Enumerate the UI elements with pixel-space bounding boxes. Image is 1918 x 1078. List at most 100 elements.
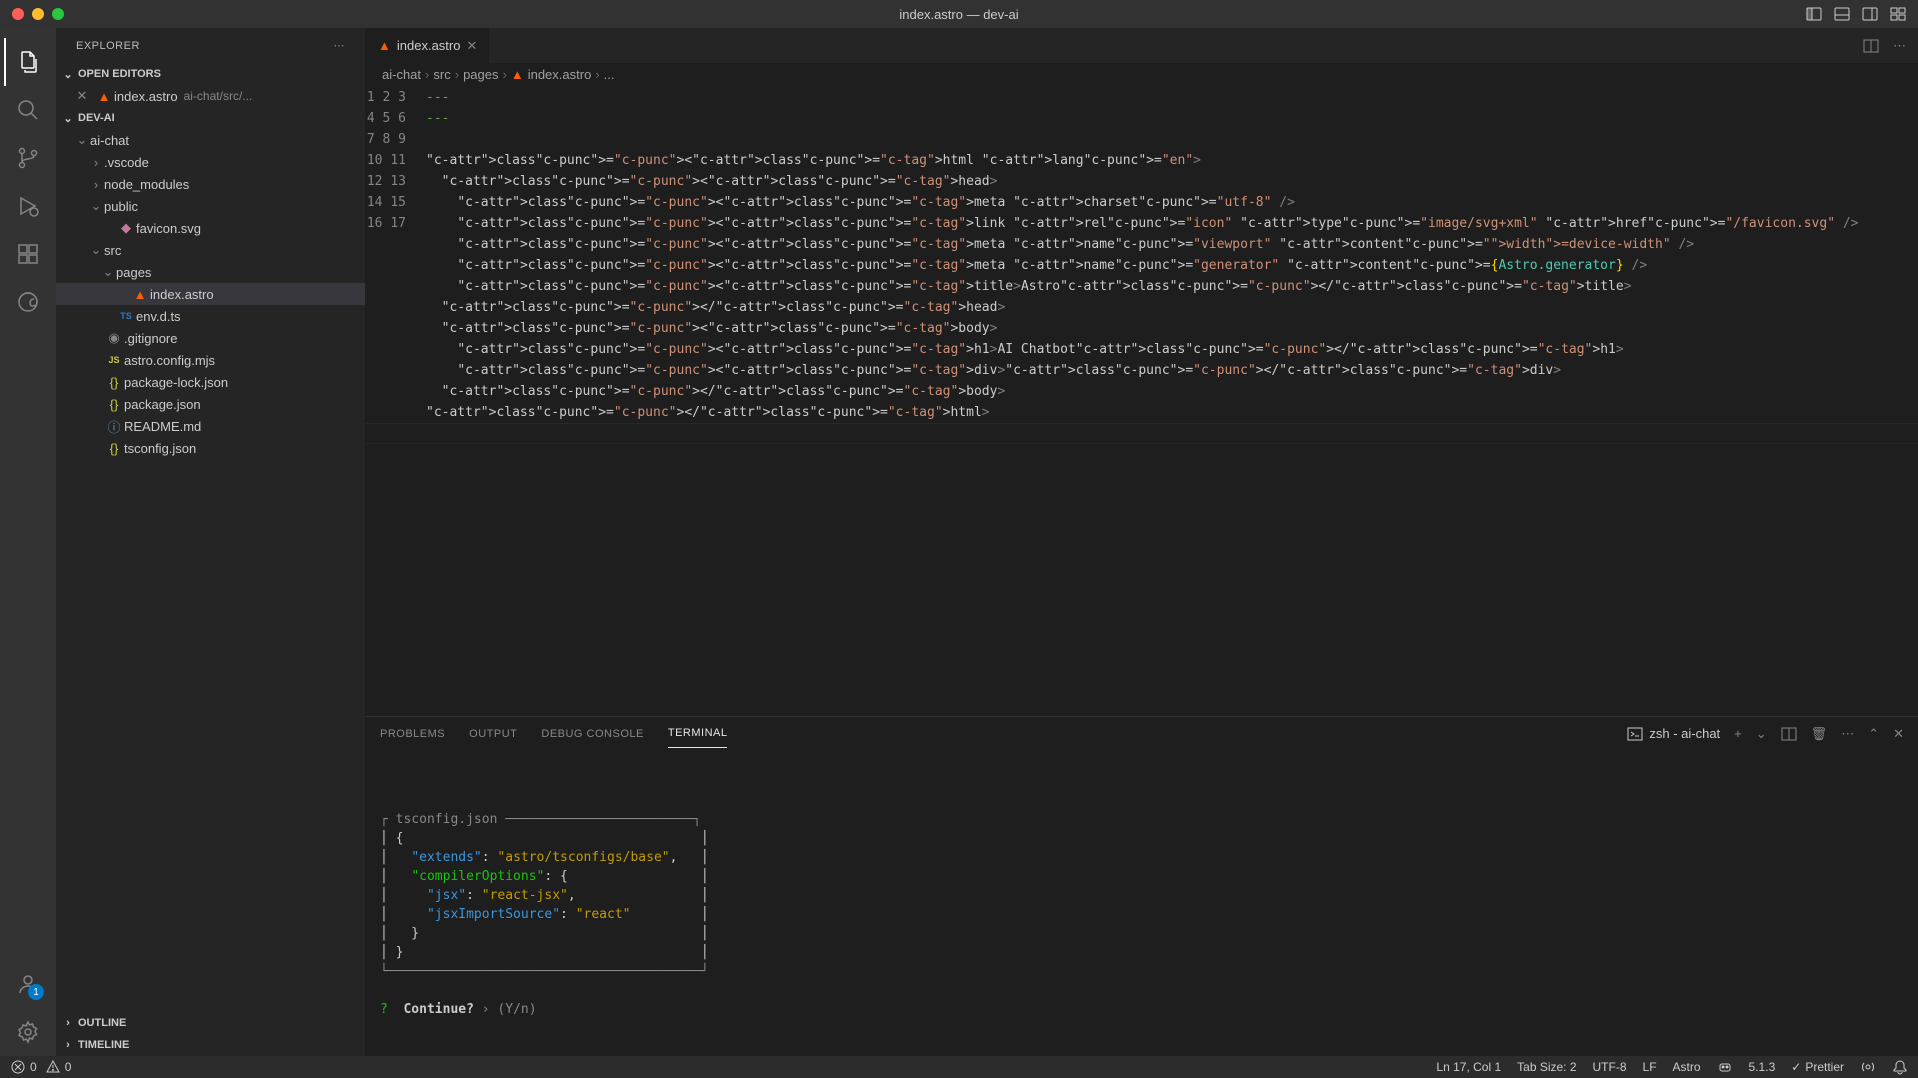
kill-terminal-icon[interactable]: 🗑 [1811, 726, 1828, 742]
astro-file-icon: ▲ [511, 67, 524, 82]
file-package[interactable]: {}package.json [56, 393, 365, 415]
breadcrumb-item[interactable]: pages [463, 67, 498, 82]
status-warnings[interactable]: 0 [45, 1059, 72, 1075]
file-readme[interactable]: ⓘREADME.md [56, 415, 365, 437]
minimize-window-button[interactable] [32, 8, 44, 20]
file-tsconfig[interactable]: {}tsconfig.json [56, 437, 365, 459]
file-astro-config[interactable]: JSastro.config.mjs [56, 349, 365, 371]
toggle-primary-sidebar-icon[interactable] [1806, 6, 1822, 22]
search-activity[interactable] [4, 86, 52, 134]
terminal-selector[interactable]: zsh - ai-chat [1627, 726, 1720, 742]
activity-bar: 1 [0, 28, 56, 1056]
status-language[interactable]: Astro [1673, 1060, 1701, 1074]
file-package-lock[interactable]: {}package-lock.json [56, 371, 365, 393]
js-file-icon: JS [104, 355, 124, 365]
chevron-down-icon: ⌄ [60, 112, 76, 125]
terminal-name: zsh - ai-chat [1649, 726, 1720, 741]
terminal-content[interactable]: ┌ tsconfig.json ────────────────────────… [366, 750, 1918, 1056]
chevron-right-icon: › [88, 177, 104, 192]
timeline-label: TIMELINE [78, 1039, 129, 1051]
status-eol[interactable]: LF [1643, 1060, 1657, 1074]
split-editor-icon[interactable] [1863, 38, 1879, 54]
status-tabsize[interactable]: Tab Size: 2 [1517, 1060, 1576, 1074]
project-section[interactable]: ⌄ DEV-AI [56, 107, 365, 129]
folder-node-modules[interactable]: ›node_modules [56, 173, 365, 195]
git-file-icon: ◉ [104, 330, 124, 346]
chevron-down-icon: ⌄ [88, 242, 104, 258]
more-actions-icon[interactable]: ⋯ [1893, 38, 1906, 54]
search-icon [16, 98, 40, 122]
open-editor-item[interactable]: ✕ ▲ index.astro ai-chat/src/... [56, 85, 365, 107]
edge-icon [16, 290, 40, 314]
tab-debug-console[interactable]: DEBUG CONSOLE [541, 720, 643, 748]
close-panel-icon[interactable]: ✕ [1893, 726, 1904, 742]
outline-label: OUTLINE [78, 1017, 126, 1029]
breadcrumb-item[interactable]: ... [604, 67, 615, 82]
status-cursor[interactable]: Ln 17, Col 1 [1436, 1060, 1501, 1074]
file-env-dts[interactable]: TSenv.d.ts [56, 305, 365, 327]
open-editors-section[interactable]: ⌄ OPEN EDITORS [56, 63, 365, 85]
timeline-section[interactable]: › TIMELINE [56, 1034, 365, 1056]
edge-activity[interactable] [4, 278, 52, 326]
account-badge: 1 [28, 984, 44, 1000]
close-window-button[interactable] [12, 8, 24, 20]
status-bell[interactable] [1892, 1059, 1908, 1075]
extensions-activity[interactable] [4, 230, 52, 278]
file-gitignore[interactable]: ◉.gitignore [56, 327, 365, 349]
folder-vscode[interactable]: ›.vscode [56, 151, 365, 173]
astro-file-icon: ▲ [94, 89, 114, 104]
code-editor[interactable]: 1 2 3 4 5 6 7 8 9 10 11 12 13 14 15 16 1… [366, 85, 1918, 716]
status-copilot[interactable] [1717, 1059, 1733, 1075]
sidebar-header: EXPLORER ⋯ [56, 28, 365, 63]
close-editor-icon[interactable]: ✕ [74, 88, 90, 104]
breadcrumb-item[interactable]: src [433, 67, 450, 82]
chevron-down-icon: ⌄ [74, 132, 90, 148]
terminal-dropdown-icon[interactable]: ⌄ [1756, 726, 1767, 742]
more-actions-icon[interactable]: ⋯ [334, 39, 346, 52]
folder-ai-chat[interactable]: ⌄ai-chat [56, 129, 365, 151]
tab-index-astro[interactable]: ▲ index.astro ✕ [366, 28, 490, 63]
status-errors[interactable]: 0 [10, 1059, 37, 1075]
toggle-secondary-sidebar-icon[interactable] [1862, 6, 1878, 22]
customize-layout-icon[interactable] [1890, 6, 1906, 22]
source-control-activity[interactable] [4, 134, 52, 182]
status-feedback[interactable] [1860, 1059, 1876, 1075]
tab-output[interactable]: OUTPUT [469, 720, 517, 748]
new-terminal-icon[interactable]: + [1734, 726, 1742, 741]
code-content[interactable]: ------ "c-attr">class"c-punc">="c-punc">… [426, 85, 1918, 716]
split-terminal-icon[interactable] [1781, 726, 1797, 742]
folder-public[interactable]: ⌄public [56, 195, 365, 217]
outline-section[interactable]: › OUTLINE [56, 1012, 365, 1034]
window-controls [12, 8, 64, 20]
more-actions-icon[interactable]: ⋯ [1841, 726, 1854, 742]
chevron-right-icon: › [88, 155, 104, 170]
maximize-panel-icon[interactable]: ⌃ [1868, 726, 1879, 742]
status-encoding[interactable]: UTF-8 [1593, 1060, 1627, 1074]
open-editors-label: OPEN EDITORS [78, 68, 161, 80]
json-file-icon: {} [104, 375, 124, 390]
settings-activity[interactable] [4, 1008, 52, 1056]
breadcrumbs[interactable]: ai-chat› src› pages› ▲ index.astro› ... [366, 63, 1918, 85]
file-index-astro[interactable]: ▲index.astro [56, 283, 365, 305]
accounts-activity[interactable]: 1 [4, 960, 52, 1008]
open-editor-path: ai-chat/src/... [184, 89, 253, 103]
maximize-window-button[interactable] [52, 8, 64, 20]
status-prettier[interactable]: ✓ Prettier [1791, 1060, 1844, 1074]
file-favicon[interactable]: ◆favicon.svg [56, 217, 365, 239]
toggle-panel-icon[interactable] [1834, 6, 1850, 22]
breadcrumb-item[interactable]: index.astro [528, 67, 592, 82]
tab-terminal[interactable]: TERMINAL [668, 719, 728, 748]
run-debug-activity[interactable] [4, 182, 52, 230]
breadcrumb-item[interactable]: ai-chat [382, 67, 421, 82]
close-tab-icon[interactable]: ✕ [466, 38, 477, 54]
tab-problems[interactable]: PROBLEMS [380, 720, 445, 748]
debug-icon [16, 194, 40, 218]
folder-src[interactable]: ⌄src [56, 239, 365, 261]
explorer-activity[interactable] [4, 38, 52, 86]
status-version[interactable]: 5.1.3 [1749, 1060, 1776, 1074]
bell-icon [1892, 1059, 1908, 1075]
svg-file-icon: ◆ [116, 220, 136, 236]
editor-area: ▲ index.astro ✕ ⋯ ai-chat› src› pages› ▲… [366, 28, 1918, 1056]
folder-pages[interactable]: ⌄pages [56, 261, 365, 283]
panel-tabs: PROBLEMS OUTPUT DEBUG CONSOLE TERMINAL z… [366, 717, 1918, 750]
